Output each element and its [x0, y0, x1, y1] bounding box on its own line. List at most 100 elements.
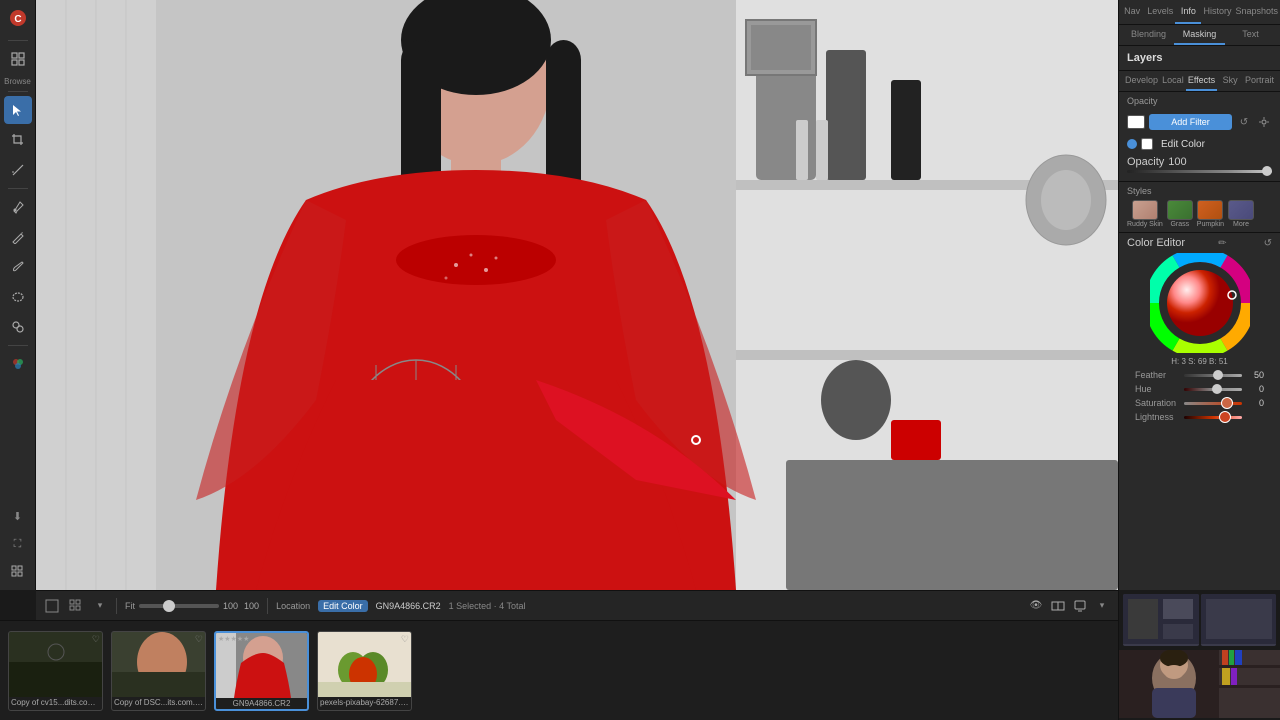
filmstrip-label-2: Copy of DSC...its.com.nef — [112, 697, 205, 708]
hue-value: 0 — [1246, 384, 1264, 394]
tab-local[interactable]: Local — [1160, 71, 1186, 91]
edit-color-square — [1141, 138, 1153, 150]
selection-info: 1 Selected · 4 Total — [449, 601, 526, 611]
color-wheel-container[interactable] — [1150, 253, 1250, 353]
tab-masking[interactable]: Masking — [1174, 25, 1225, 45]
color-editor-refresh-icon[interactable]: ↺ — [1264, 238, 1272, 249]
heart-icon-2[interactable]: ♡ — [195, 634, 203, 645]
filter-settings-icon[interactable] — [1256, 114, 1272, 130]
pumpkin-label: Pumpkin — [1197, 221, 1224, 228]
tab-blending[interactable]: Blending — [1123, 25, 1174, 45]
layout-icon[interactable] — [44, 598, 60, 614]
heart-icon-4[interactable]: ♡ — [401, 634, 409, 645]
eyedropper-tool[interactable] — [4, 193, 32, 221]
style-more[interactable]: More — [1228, 200, 1254, 228]
dropdown-arrow[interactable]: ▾ — [1094, 598, 1110, 614]
color-editor-section: Color Editor ✏ ↺ — [1119, 232, 1280, 428]
clone-tool[interactable] — [4, 313, 32, 341]
filter-color-swatch[interactable] — [1127, 115, 1145, 129]
color-wheel-wrap — [1127, 253, 1272, 353]
hue-thumb[interactable] — [1212, 384, 1222, 394]
opacity-row: Opacity 100 — [1127, 154, 1272, 170]
styles-label: Styles — [1127, 186, 1272, 196]
grass-thumb — [1167, 200, 1193, 220]
browse-tool[interactable] — [4, 45, 32, 73]
hue-slider[interactable] — [1184, 388, 1242, 391]
image-canvas[interactable] — [36, 0, 1118, 590]
color-tool[interactable] — [4, 350, 32, 378]
filmstrip-item-1[interactable]: Copy of cv15...dits.com.arw ♡ — [8, 631, 103, 711]
edit-color-indicator — [1127, 139, 1137, 149]
compare-icon[interactable] — [1050, 598, 1066, 614]
lasso-tool[interactable] — [4, 283, 32, 311]
browse-label: Browse — [4, 75, 32, 87]
tab-history[interactable]: History — [1201, 0, 1233, 24]
bottom-right-panel — [1118, 590, 1280, 720]
thumb-grid-1 — [1123, 594, 1199, 646]
filmstrip-item-4[interactable]: pexels-pixabay-62687.jpg ♡ — [317, 631, 412, 711]
lightness-thumb[interactable] — [1220, 412, 1230, 422]
tab-text[interactable]: Text — [1225, 25, 1276, 45]
styles-section: Styles Ruddy Skin Grass Pumpkin More — [1119, 182, 1280, 232]
tab-snapshots[interactable]: Snapshots — [1233, 0, 1280, 24]
cursor-tool[interactable] — [4, 96, 32, 124]
import-icon[interactable]: ⬇ — [4, 502, 32, 530]
heart-icon-1[interactable]: ♡ — [92, 634, 100, 645]
pencil-icon[interactable]: ✏ — [1218, 238, 1226, 249]
tab-portrait[interactable]: Portrait — [1243, 71, 1276, 91]
color-editor-header: Color Editor ✏ ↺ — [1127, 237, 1272, 249]
grid-icon[interactable] — [68, 598, 84, 614]
eye-icon[interactable]: 👁 — [1028, 598, 1044, 614]
filmstrip-item-2[interactable]: Copy of DSC...its.com.nef ♡ — [111, 631, 206, 711]
opacity-thumb[interactable] — [1262, 166, 1272, 176]
add-filter-button[interactable]: Add Filter — [1149, 114, 1232, 130]
tab-effects[interactable]: Effects — [1186, 71, 1217, 91]
zoom-thumb[interactable] — [163, 600, 175, 612]
logo-icon: C — [4, 4, 32, 32]
feather-slider[interactable] — [1184, 374, 1242, 377]
style-grass[interactable]: Grass — [1167, 200, 1193, 228]
pumpkin-thumb — [1197, 200, 1223, 220]
tab-nav[interactable]: Nav — [1119, 0, 1145, 24]
lightness-slider[interactable] — [1184, 416, 1242, 419]
hue-row: Hue 0 — [1127, 382, 1272, 396]
zoom-control[interactable]: Fit 100 100 — [125, 601, 259, 611]
tab-levels[interactable]: Levels — [1145, 0, 1175, 24]
paint-tool[interactable] — [4, 223, 32, 251]
tab-develop[interactable]: Develop — [1123, 71, 1160, 91]
webcam-feed — [1119, 650, 1280, 718]
straighten-tool[interactable] — [4, 156, 32, 184]
crop-tool[interactable] — [4, 126, 32, 154]
filmstrip: Copy of cv15...dits.com.arw ♡ Copy of DS… — [0, 620, 1118, 720]
tab-sky[interactable]: Sky — [1217, 71, 1243, 91]
hue-label: Hue — [1135, 384, 1180, 394]
location-label: Location — [276, 601, 310, 611]
ruddy-skin-label: Ruddy Skin — [1127, 221, 1163, 228]
zoom-slider[interactable] — [139, 604, 219, 608]
filmstrip-item-3[interactable]: GN9A4866.CR2 ★★★★★ ✎ — [214, 631, 309, 711]
style-ruddy-skin[interactable]: Ruddy Skin — [1127, 200, 1163, 228]
cursor-crosshair — [691, 435, 701, 445]
opacity-header-label: Opacity — [1127, 96, 1158, 106]
saturation-slider[interactable] — [1184, 402, 1242, 405]
opacity-slider[interactable] — [1127, 170, 1272, 173]
hue-info: H: 3 S: 69 B: 51 — [1127, 357, 1272, 366]
style-pumpkin[interactable]: Pumpkin — [1197, 200, 1224, 228]
saturation-label: Saturation — [1135, 398, 1180, 408]
screen-icon[interactable] — [1072, 598, 1088, 614]
fit-label: Fit — [125, 601, 135, 611]
view-options-icon[interactable]: ▾ — [92, 598, 108, 614]
tab-info[interactable]: Info — [1175, 0, 1201, 24]
fullscreen-icon[interactable]: ⛶ — [4, 530, 32, 558]
filter-refresh-icon[interactable]: ↺ — [1236, 114, 1252, 130]
zoom-value: 100 — [223, 601, 238, 611]
lightness-row: Lightness — [1127, 410, 1272, 424]
brush-tool[interactable] — [4, 253, 32, 281]
saturation-row: Saturation 0 — [1127, 396, 1272, 410]
heart-icon-3[interactable]: ★★★★★ — [218, 635, 249, 643]
saturation-thumb[interactable] — [1222, 398, 1232, 408]
feather-thumb[interactable] — [1213, 370, 1223, 380]
grid-view-icon[interactable] — [4, 558, 32, 586]
ruddy-skin-thumb — [1132, 200, 1158, 220]
opacity-header-row: Opacity — [1119, 92, 1280, 110]
